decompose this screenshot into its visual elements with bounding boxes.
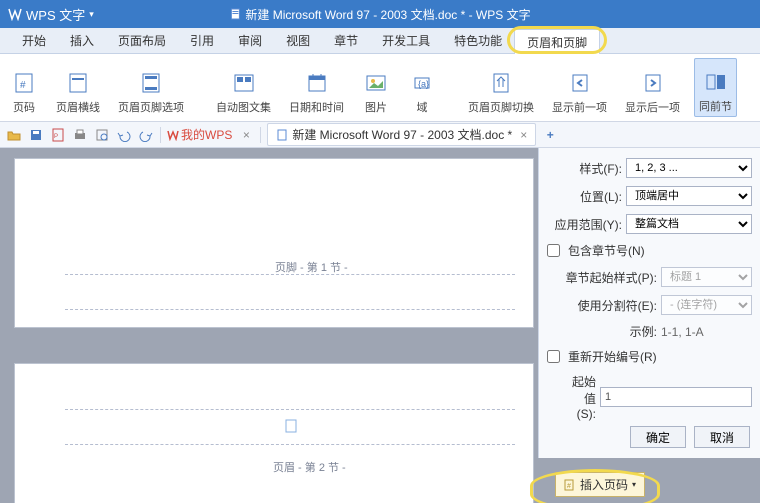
restart-number-checkbox[interactable] <box>547 350 560 363</box>
doc-icon <box>276 129 288 141</box>
document-title: 新建 Microsoft Word 97 - 2003 文档.doc * - W… <box>229 6 530 23</box>
start-value-label: 起始值(S): <box>565 373 596 421</box>
picture-icon <box>362 69 390 97</box>
svg-text:#: # <box>567 483 571 490</box>
title-bar: WPS 文字 ▾ 新建 Microsoft Word 97 - 2003 文档.… <box>0 0 760 28</box>
same-prev-icon <box>702 68 730 96</box>
page-2: 页眉 - 第 2 节 - <box>14 363 534 503</box>
my-wps-link[interactable]: 我的WPS <box>167 126 232 143</box>
svg-text:P: P <box>54 134 58 140</box>
dropdown-icon: ▾ <box>632 480 636 489</box>
separator-select[interactable]: - (连字符) <box>661 295 752 315</box>
restart-number-label: 重新开始编号(R) <box>568 348 657 365</box>
hf-toggle-icon <box>487 69 515 97</box>
print-icon[interactable] <box>72 127 88 143</box>
svg-text:#: # <box>20 80 26 91</box>
page-number-icon: # <box>10 69 38 97</box>
chapter-style-select[interactable]: 标题 1 <box>661 267 752 287</box>
same-as-previous-button[interactable]: 同前节 <box>694 58 737 117</box>
header-line-icon <box>64 69 92 97</box>
range-label: 应用范围(Y): <box>547 216 622 233</box>
position-label: 位置(L): <box>547 188 622 205</box>
example-value: 1-1, 1-A <box>661 325 752 339</box>
document-tab-label: 新建 Microsoft Word 97 - 2003 文档.doc * <box>292 126 512 143</box>
auto-gallery-button[interactable]: 自动图文集 <box>212 58 275 117</box>
cancel-button[interactable]: 取消 <box>694 426 750 448</box>
show-next-button[interactable]: 显示后一项 <box>621 58 684 117</box>
ok-button[interactable]: 确定 <box>630 426 686 448</box>
field-button[interactable]: {a} 域 <box>404 58 440 117</box>
hf-toggle-button[interactable]: 页眉页脚切换 <box>464 58 538 117</box>
include-chapter-label: 包含章节号(N) <box>568 242 645 259</box>
tab-section[interactable]: 章节 <box>322 28 370 53</box>
picture-button[interactable]: 图片 <box>358 58 394 117</box>
close-icon-small[interactable]: × <box>238 127 254 143</box>
calendar-icon <box>303 69 331 97</box>
page-number-field-icon <box>285 419 299 433</box>
hf-options-icon <box>137 69 165 97</box>
page-number-panel: 样式(F): 1, 2, 3 ... 位置(L): 顶端居中 应用范围(Y): … <box>538 148 760 458</box>
tab-special[interactable]: 特色功能 <box>442 28 514 53</box>
auto-gallery-icon <box>230 69 258 97</box>
ribbon: # 页码 页眉横线 页眉页脚选项 自动图文集 日期和时间 图片 {a} 域 页眉… <box>0 54 760 122</box>
new-tab-icon[interactable]: + <box>542 127 558 143</box>
app-name: WPS 文字 <box>26 5 85 24</box>
tab-page-layout[interactable]: 页面布局 <box>106 28 178 53</box>
header-line-button[interactable]: 页眉横线 <box>52 58 104 117</box>
tab-references[interactable]: 引用 <box>178 28 226 53</box>
example-label: 示例: <box>565 323 657 340</box>
start-value-input[interactable] <box>600 387 752 407</box>
tab-insert[interactable]: 插入 <box>58 28 106 53</box>
tab-devtools[interactable]: 开发工具 <box>370 28 442 53</box>
tab-view[interactable]: 视图 <box>274 28 322 53</box>
pdf-icon[interactable]: P <box>50 127 66 143</box>
workspace: 页脚 - 第 1 节 - 页眉 - 第 2 节 - 样式(F): 1, 2, 3… <box>0 148 760 503</box>
svg-text:{a}: {a} <box>418 79 429 89</box>
position-select[interactable]: 顶端居中 <box>626 186 752 206</box>
doc-icon <box>229 8 241 20</box>
undo-icon[interactable] <box>116 127 132 143</box>
wps-w-icon <box>167 129 179 141</box>
style-label: 样式(F): <box>547 160 622 177</box>
page-number-button[interactable]: # 页码 <box>6 58 42 117</box>
page-number-small-icon: # <box>564 479 576 491</box>
app-dropdown-icon[interactable]: ▾ <box>89 9 94 20</box>
print-preview-icon[interactable] <box>94 127 110 143</box>
save-icon[interactable] <box>28 127 44 143</box>
wps-logo-icon <box>8 7 22 21</box>
tab-header-footer[interactable]: 页眉和页脚 <box>514 29 600 54</box>
document-tab[interactable]: 新建 Microsoft Word 97 - 2003 文档.doc * × <box>267 123 536 146</box>
document-tab-close[interactable]: × <box>520 128 527 142</box>
hf-options-button[interactable]: 页眉页脚选项 <box>114 58 188 117</box>
next-icon <box>639 69 667 97</box>
show-prev-button[interactable]: 显示前一项 <box>548 58 611 117</box>
insert-page-number-wrapper: # 插入页码 ▾ <box>555 472 645 497</box>
tab-review[interactable]: 审阅 <box>226 28 274 53</box>
prev-icon <box>566 69 594 97</box>
style-select[interactable]: 1, 2, 3 ... <box>626 158 752 178</box>
range-select[interactable]: 整篇文档 <box>626 214 752 234</box>
field-icon: {a} <box>408 69 436 97</box>
include-chapter-checkbox[interactable] <box>547 244 560 257</box>
date-time-button[interactable]: 日期和时间 <box>285 58 348 117</box>
tab-home[interactable]: 开始 <box>10 28 58 53</box>
footer-section-1-label: 页脚 - 第 1 节 - <box>275 259 348 275</box>
chapter-style-label: 章节起始样式(P): <box>565 269 657 286</box>
open-icon[interactable] <box>6 127 22 143</box>
ribbon-tabs: 开始 插入 页面布局 引用 审阅 视图 章节 开发工具 特色功能 页眉和页脚 <box>0 28 760 54</box>
redo-icon[interactable] <box>138 127 154 143</box>
header-section-2-label: 页眉 - 第 2 节 - <box>273 459 346 475</box>
quick-access-bar: P 我的WPS × 新建 Microsoft Word 97 - 2003 文档… <box>0 122 760 148</box>
app-brand: WPS 文字 ▾ <box>8 5 94 24</box>
page-1: 页脚 - 第 1 节 - <box>14 158 534 328</box>
insert-page-number-button[interactable]: # 插入页码 ▾ <box>555 472 645 497</box>
separator-label: 使用分割符(E): <box>565 297 657 314</box>
